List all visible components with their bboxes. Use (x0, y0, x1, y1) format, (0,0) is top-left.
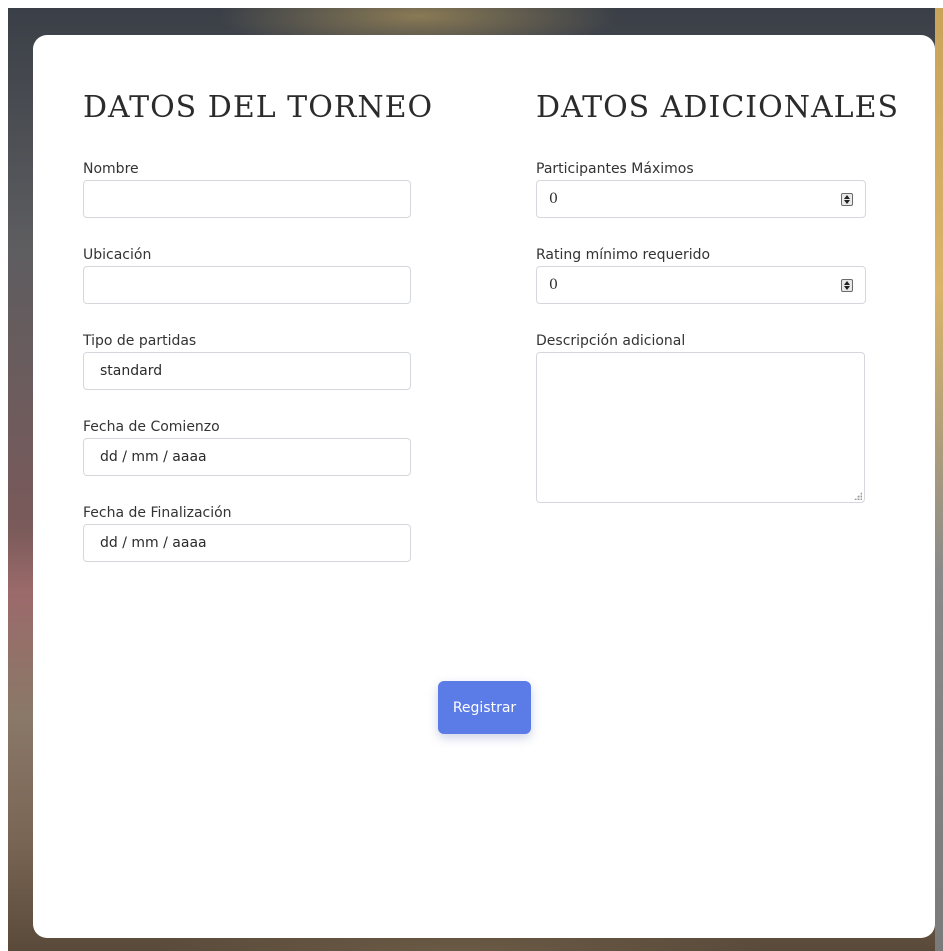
fecha-finalizacion-field: Fecha de Finalización dd / mm / aaaa (83, 504, 411, 562)
participantes-value: 0 (549, 191, 558, 207)
number-spinner-icon[interactable] (841, 193, 853, 206)
ubicacion-input[interactable] (83, 266, 411, 304)
ubicacion-field: Ubicación (83, 246, 411, 304)
fecha-finalizacion-input[interactable]: dd / mm / aaaa (83, 524, 411, 562)
tipo-partidas-label: Tipo de partidas (83, 333, 197, 349)
participantes-label: Participantes Máximos (536, 161, 694, 177)
fecha-comienzo-field: Fecha de Comienzo dd / mm / aaaa (83, 418, 411, 476)
number-spinner-icon[interactable] (841, 279, 853, 292)
additional-data-section: DATOS ADICIONALES Participantes Máximos … (536, 90, 900, 503)
rating-value: 0 (549, 277, 558, 293)
tipo-partidas-select[interactable]: standard (83, 352, 411, 390)
nombre-input[interactable] (83, 180, 411, 218)
background-edge (935, 8, 943, 951)
fecha-comienzo-label: Fecha de Comienzo (83, 419, 220, 435)
fecha-comienzo-input[interactable]: dd / mm / aaaa (83, 438, 411, 476)
rating-label: Rating mínimo requerido (536, 247, 711, 263)
rating-field: Rating mínimo requerido 0 (536, 246, 866, 304)
fecha-finalizacion-label: Fecha de Finalización (83, 505, 232, 521)
participantes-field: Participantes Máximos 0 (536, 160, 866, 218)
tournament-data-section: DATOS DEL TORNEO Nombre Ubicación Tipo d… (83, 90, 434, 562)
participantes-input[interactable]: 0 (536, 180, 866, 218)
descripcion-label: Descripción adicional (536, 333, 686, 349)
tournament-data-title: DATOS DEL TORNEO (83, 90, 434, 125)
tipo-partidas-field: Tipo de partidas standard (83, 332, 411, 390)
rating-input[interactable]: 0 (536, 266, 866, 304)
descripcion-field: Descripción adicional (536, 332, 866, 503)
registration-card: DATOS DEL TORNEO Nombre Ubicación Tipo d… (33, 35, 935, 938)
nombre-label: Nombre (83, 161, 139, 177)
descripcion-textarea[interactable] (536, 352, 865, 503)
register-button[interactable]: Registrar (438, 681, 531, 734)
nombre-field: Nombre (83, 160, 411, 218)
additional-data-title: DATOS ADICIONALES (536, 90, 900, 125)
ubicacion-label: Ubicación (83, 247, 152, 263)
